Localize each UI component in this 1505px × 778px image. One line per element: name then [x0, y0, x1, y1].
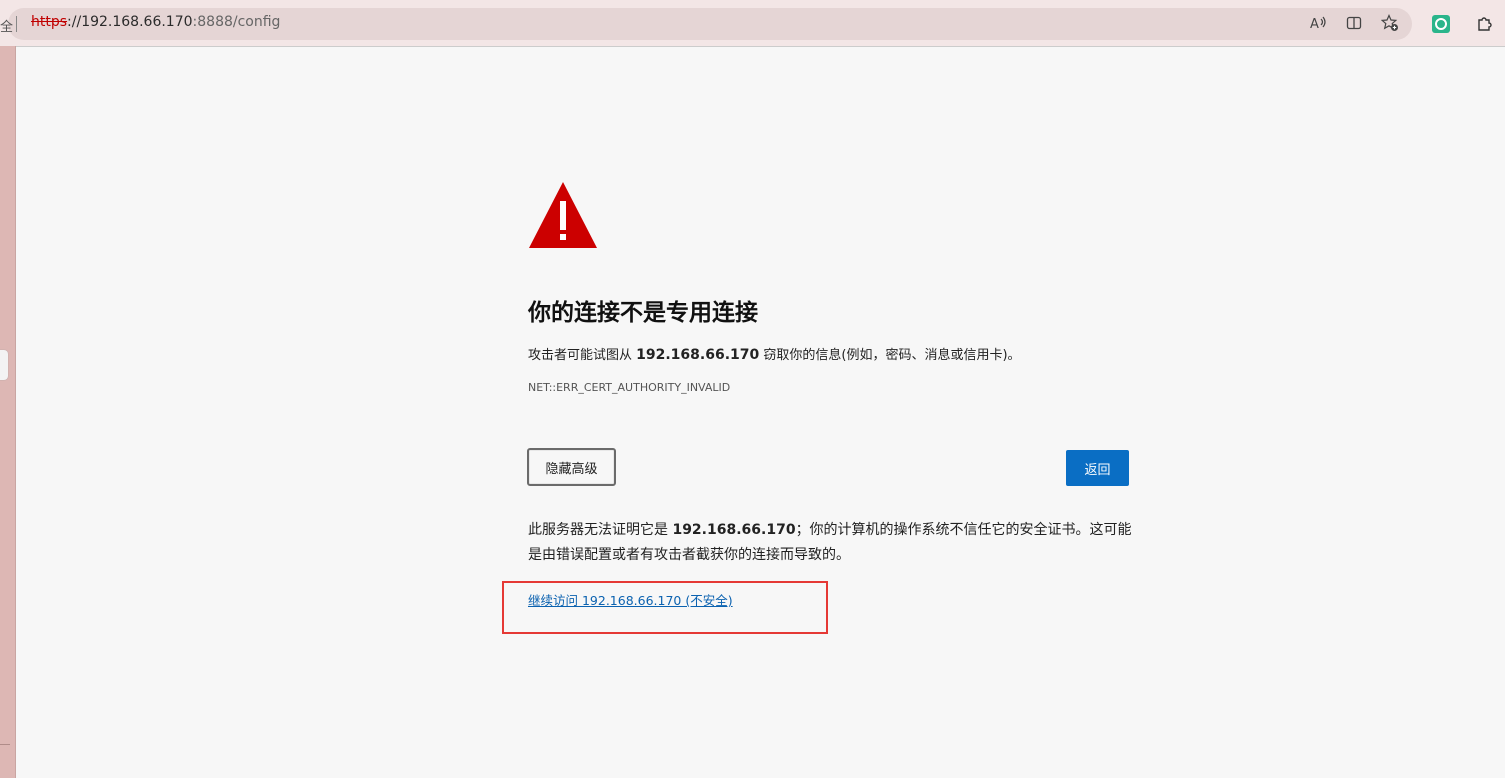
page-title: 你的连接不是专用连接	[528, 300, 758, 326]
desc-prefix: 攻击者可能试图从	[528, 348, 637, 363]
url-host: ://192.168.66.170	[67, 14, 193, 30]
favorites-icon[interactable]	[1380, 13, 1400, 33]
side-panel	[0, 46, 16, 778]
back-button[interactable]: 返回	[1066, 450, 1129, 486]
hide-advanced-button[interactable]: 隐藏高级	[527, 448, 616, 486]
error-code: NET::ERR_CERT_AUTHORITY_INVALID	[528, 381, 731, 394]
detail-prefix: 此服务器无法证明它是	[528, 522, 673, 538]
desc-host: 192.168.66.170	[636, 347, 760, 363]
extensions-puzzle-icon[interactable]	[1475, 13, 1495, 33]
svg-text:A: A	[1310, 17, 1319, 31]
side-panel-divider	[0, 744, 10, 745]
extension-icon[interactable]	[1432, 15, 1450, 33]
warning-triangle-icon	[529, 182, 597, 248]
detail-host: 192.168.66.170	[672, 522, 796, 538]
url-text[interactable]: https://192.168.66.170:8888/config	[31, 14, 280, 30]
split-screen-icon[interactable]	[1344, 13, 1364, 33]
url-path: :8888/config	[192, 14, 281, 30]
error-page	[16, 47, 1505, 778]
url-scheme: https	[31, 14, 68, 30]
annotation-highlight-box	[502, 581, 828, 634]
site-info-label[interactable]: 全	[0, 16, 13, 35]
address-separator	[16, 16, 17, 32]
desc-suffix: 窃取你的信息(例如，密码、消息或信用卡)。	[759, 348, 1021, 363]
side-panel-handle[interactable]	[0, 350, 8, 380]
read-aloud-icon[interactable]: A	[1309, 13, 1329, 33]
warning-description: 攻击者可能试图从 192.168.66.170 窃取你的信息(例如，密码、消息或…	[528, 344, 1021, 363]
advanced-details: 此服务器无法证明它是 192.168.66.170；你的计算机的操作系统不信任它…	[528, 518, 1138, 568]
browser-toolbar: 全 https://192.168.66.170:8888/config A	[0, 0, 1505, 47]
